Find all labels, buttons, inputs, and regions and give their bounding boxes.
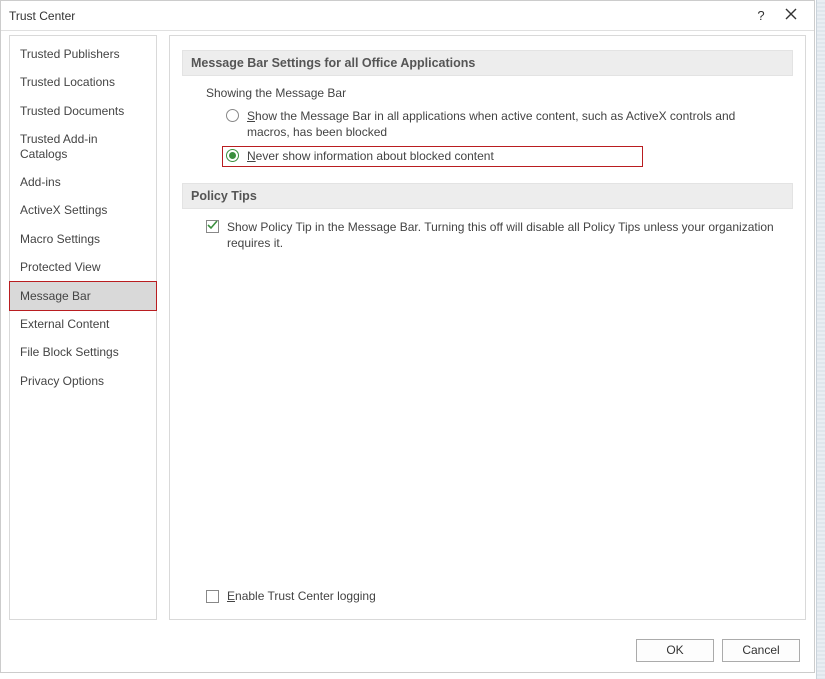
sidebar-item-activex-settings[interactable]: ActiveX Settings	[10, 196, 156, 224]
content-panel: Message Bar Settings for all Office Appl…	[169, 35, 806, 620]
sidebar-item-label: Macro Settings	[20, 232, 100, 246]
radio-label: Show the Message Bar in all applications…	[247, 108, 781, 140]
background-edge	[816, 0, 825, 679]
titlebar: Trust Center ?	[1, 1, 814, 31]
trust-center-dialog: Trust Center ? Trusted Publishers Truste…	[0, 0, 815, 673]
mnemonic: N	[247, 149, 256, 163]
checkbox-icon	[206, 590, 219, 603]
dialog-footer: OK Cancel	[1, 628, 814, 672]
cancel-button[interactable]: Cancel	[722, 639, 800, 662]
sidebar-item-trusted-addin-catalogs[interactable]: Trusted Add-in Catalogs	[10, 125, 156, 168]
radio-show-message-bar[interactable]: Show the Message Bar in all applications…	[222, 106, 785, 142]
sidebar-item-privacy-options[interactable]: Privacy Options	[10, 367, 156, 395]
sidebar-item-label: External Content	[20, 317, 109, 331]
button-label: Cancel	[742, 643, 779, 657]
sidebar-item-label: Privacy Options	[20, 374, 104, 388]
dialog-body: Trusted Publishers Trusted Locations Tru…	[1, 31, 814, 628]
ok-button[interactable]: OK	[636, 639, 714, 662]
sidebar-item-label: Message Bar	[20, 289, 91, 303]
showing-message-bar-heading: Showing the Message Bar	[206, 86, 793, 100]
radio-icon	[226, 109, 239, 122]
section-policy-tips-header: Policy Tips	[182, 183, 793, 209]
sidebar-item-macro-settings[interactable]: Macro Settings	[10, 225, 156, 253]
label-rest: how the Message Bar in all applications …	[247, 109, 735, 139]
sidebar-item-label: Trusted Locations	[20, 75, 115, 89]
sidebar-item-add-ins[interactable]: Add-ins	[10, 168, 156, 196]
sidebar-item-label: Trusted Add-in Catalogs	[20, 132, 98, 160]
sidebar-item-message-bar[interactable]: Message Bar	[9, 281, 157, 311]
help-button[interactable]: ?	[746, 8, 776, 23]
checkbox-label: Show Policy Tip in the Message Bar. Turn…	[227, 219, 785, 251]
label-rest: ever show information about blocked cont…	[256, 149, 494, 163]
sidebar-item-file-block-settings[interactable]: File Block Settings	[10, 338, 156, 366]
sidebar-item-protected-view[interactable]: Protected View	[10, 253, 156, 281]
sidebar-item-trusted-publishers[interactable]: Trusted Publishers	[10, 40, 156, 68]
radio-label: Never show information about blocked con…	[247, 148, 494, 164]
sidebar-item-trusted-documents[interactable]: Trusted Documents	[10, 97, 156, 125]
close-button[interactable]	[776, 8, 806, 23]
sidebar-item-label: Trusted Documents	[20, 104, 124, 118]
sidebar-item-label: Trusted Publishers	[20, 47, 120, 61]
sidebar-item-trusted-locations[interactable]: Trusted Locations	[10, 68, 156, 96]
sidebar-item-external-content[interactable]: External Content	[10, 310, 156, 338]
section-message-bar-header: Message Bar Settings for all Office Appl…	[182, 50, 793, 76]
checkbox-enable-logging[interactable]: Enable Trust Center logging	[206, 589, 793, 603]
sidebar-item-label: File Block Settings	[20, 345, 119, 359]
mnemonic: S	[247, 109, 255, 123]
checkbox-icon	[206, 220, 219, 233]
button-label: OK	[666, 643, 683, 657]
sidebar-item-label: Protected View	[20, 260, 101, 274]
sidebar: Trusted Publishers Trusted Locations Tru…	[9, 35, 157, 620]
checkbox-show-policy-tip[interactable]: Show Policy Tip in the Message Bar. Turn…	[206, 219, 785, 251]
radio-icon	[226, 149, 239, 162]
label-rest: nable Trust Center logging	[235, 589, 376, 603]
sidebar-item-label: ActiveX Settings	[20, 203, 107, 217]
mnemonic: E	[227, 589, 235, 603]
radio-never-show[interactable]: Never show information about blocked con…	[222, 146, 643, 166]
checkbox-label: Enable Trust Center logging	[227, 589, 376, 603]
dialog-title: Trust Center	[9, 9, 746, 23]
sidebar-item-label: Add-ins	[20, 175, 61, 189]
close-icon	[785, 8, 797, 20]
